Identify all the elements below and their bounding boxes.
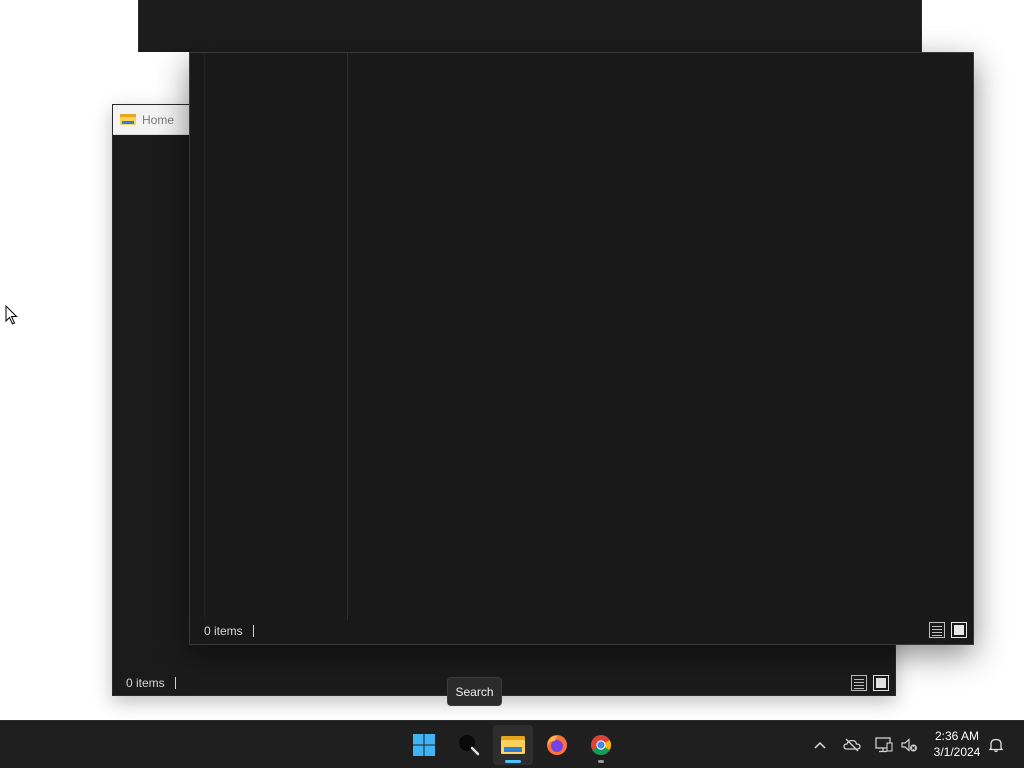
explorer-window-front[interactable]: 0 items <box>189 52 974 645</box>
onedrive-button[interactable] <box>842 735 862 755</box>
item-count: 0 items <box>126 676 165 690</box>
start-button[interactable] <box>404 725 444 765</box>
clock[interactable]: 2:36 AM 3/1/2024 <box>924 728 990 762</box>
view-switcher <box>929 622 967 638</box>
windows-logo-icon <box>413 734 435 756</box>
clock-time: 2:36 AM <box>934 729 980 743</box>
navigation-pane[interactable] <box>190 53 348 620</box>
tab-home-label: Home <box>142 112 175 127</box>
folder-icon <box>501 736 525 754</box>
network-button[interactable] <box>874 735 894 755</box>
status-separator <box>252 625 254 637</box>
status-bar: 0 items <box>190 618 973 644</box>
item-count: 0 items <box>204 624 243 638</box>
show-hidden-icons-button[interactable] <box>810 735 830 755</box>
running-indicator <box>598 760 604 763</box>
bell-icon <box>988 738 1004 753</box>
firefox-button[interactable] <box>537 725 577 765</box>
back-window[interactable] <box>138 0 922 52</box>
tab-home[interactable]: Home <box>113 105 190 135</box>
search-icon <box>459 735 480 756</box>
network-icon <box>875 737 893 753</box>
large-icons-view-icon[interactable] <box>873 675 889 691</box>
search-button[interactable] <box>449 725 489 765</box>
search-tooltip: Search <box>447 677 502 706</box>
view-switcher <box>851 675 889 691</box>
cloud-offline-icon <box>843 738 861 752</box>
taskbar: 2:36 AM 3/1/2024 <box>0 720 1024 768</box>
clock-date: 3/1/2024 <box>933 745 981 759</box>
status-separator <box>174 677 176 689</box>
details-view-icon[interactable] <box>851 675 867 691</box>
details-view-icon[interactable] <box>929 622 945 638</box>
file-explorer-button[interactable] <box>493 725 533 765</box>
chrome-button[interactable] <box>581 725 621 765</box>
large-icons-view-icon[interactable] <box>951 622 967 638</box>
notifications-button[interactable] <box>986 735 1006 755</box>
mouse-cursor-icon <box>5 305 18 325</box>
volume-button[interactable] <box>899 735 919 755</box>
chrome-icon <box>591 735 611 755</box>
firefox-icon <box>547 735 567 755</box>
active-indicator <box>505 760 521 763</box>
volume-muted-icon <box>901 738 917 752</box>
navigation-pane-divider <box>204 53 205 620</box>
folder-icon <box>120 113 136 126</box>
chevron-up-icon <box>814 741 826 749</box>
status-bar: 0 items <box>113 671 895 695</box>
